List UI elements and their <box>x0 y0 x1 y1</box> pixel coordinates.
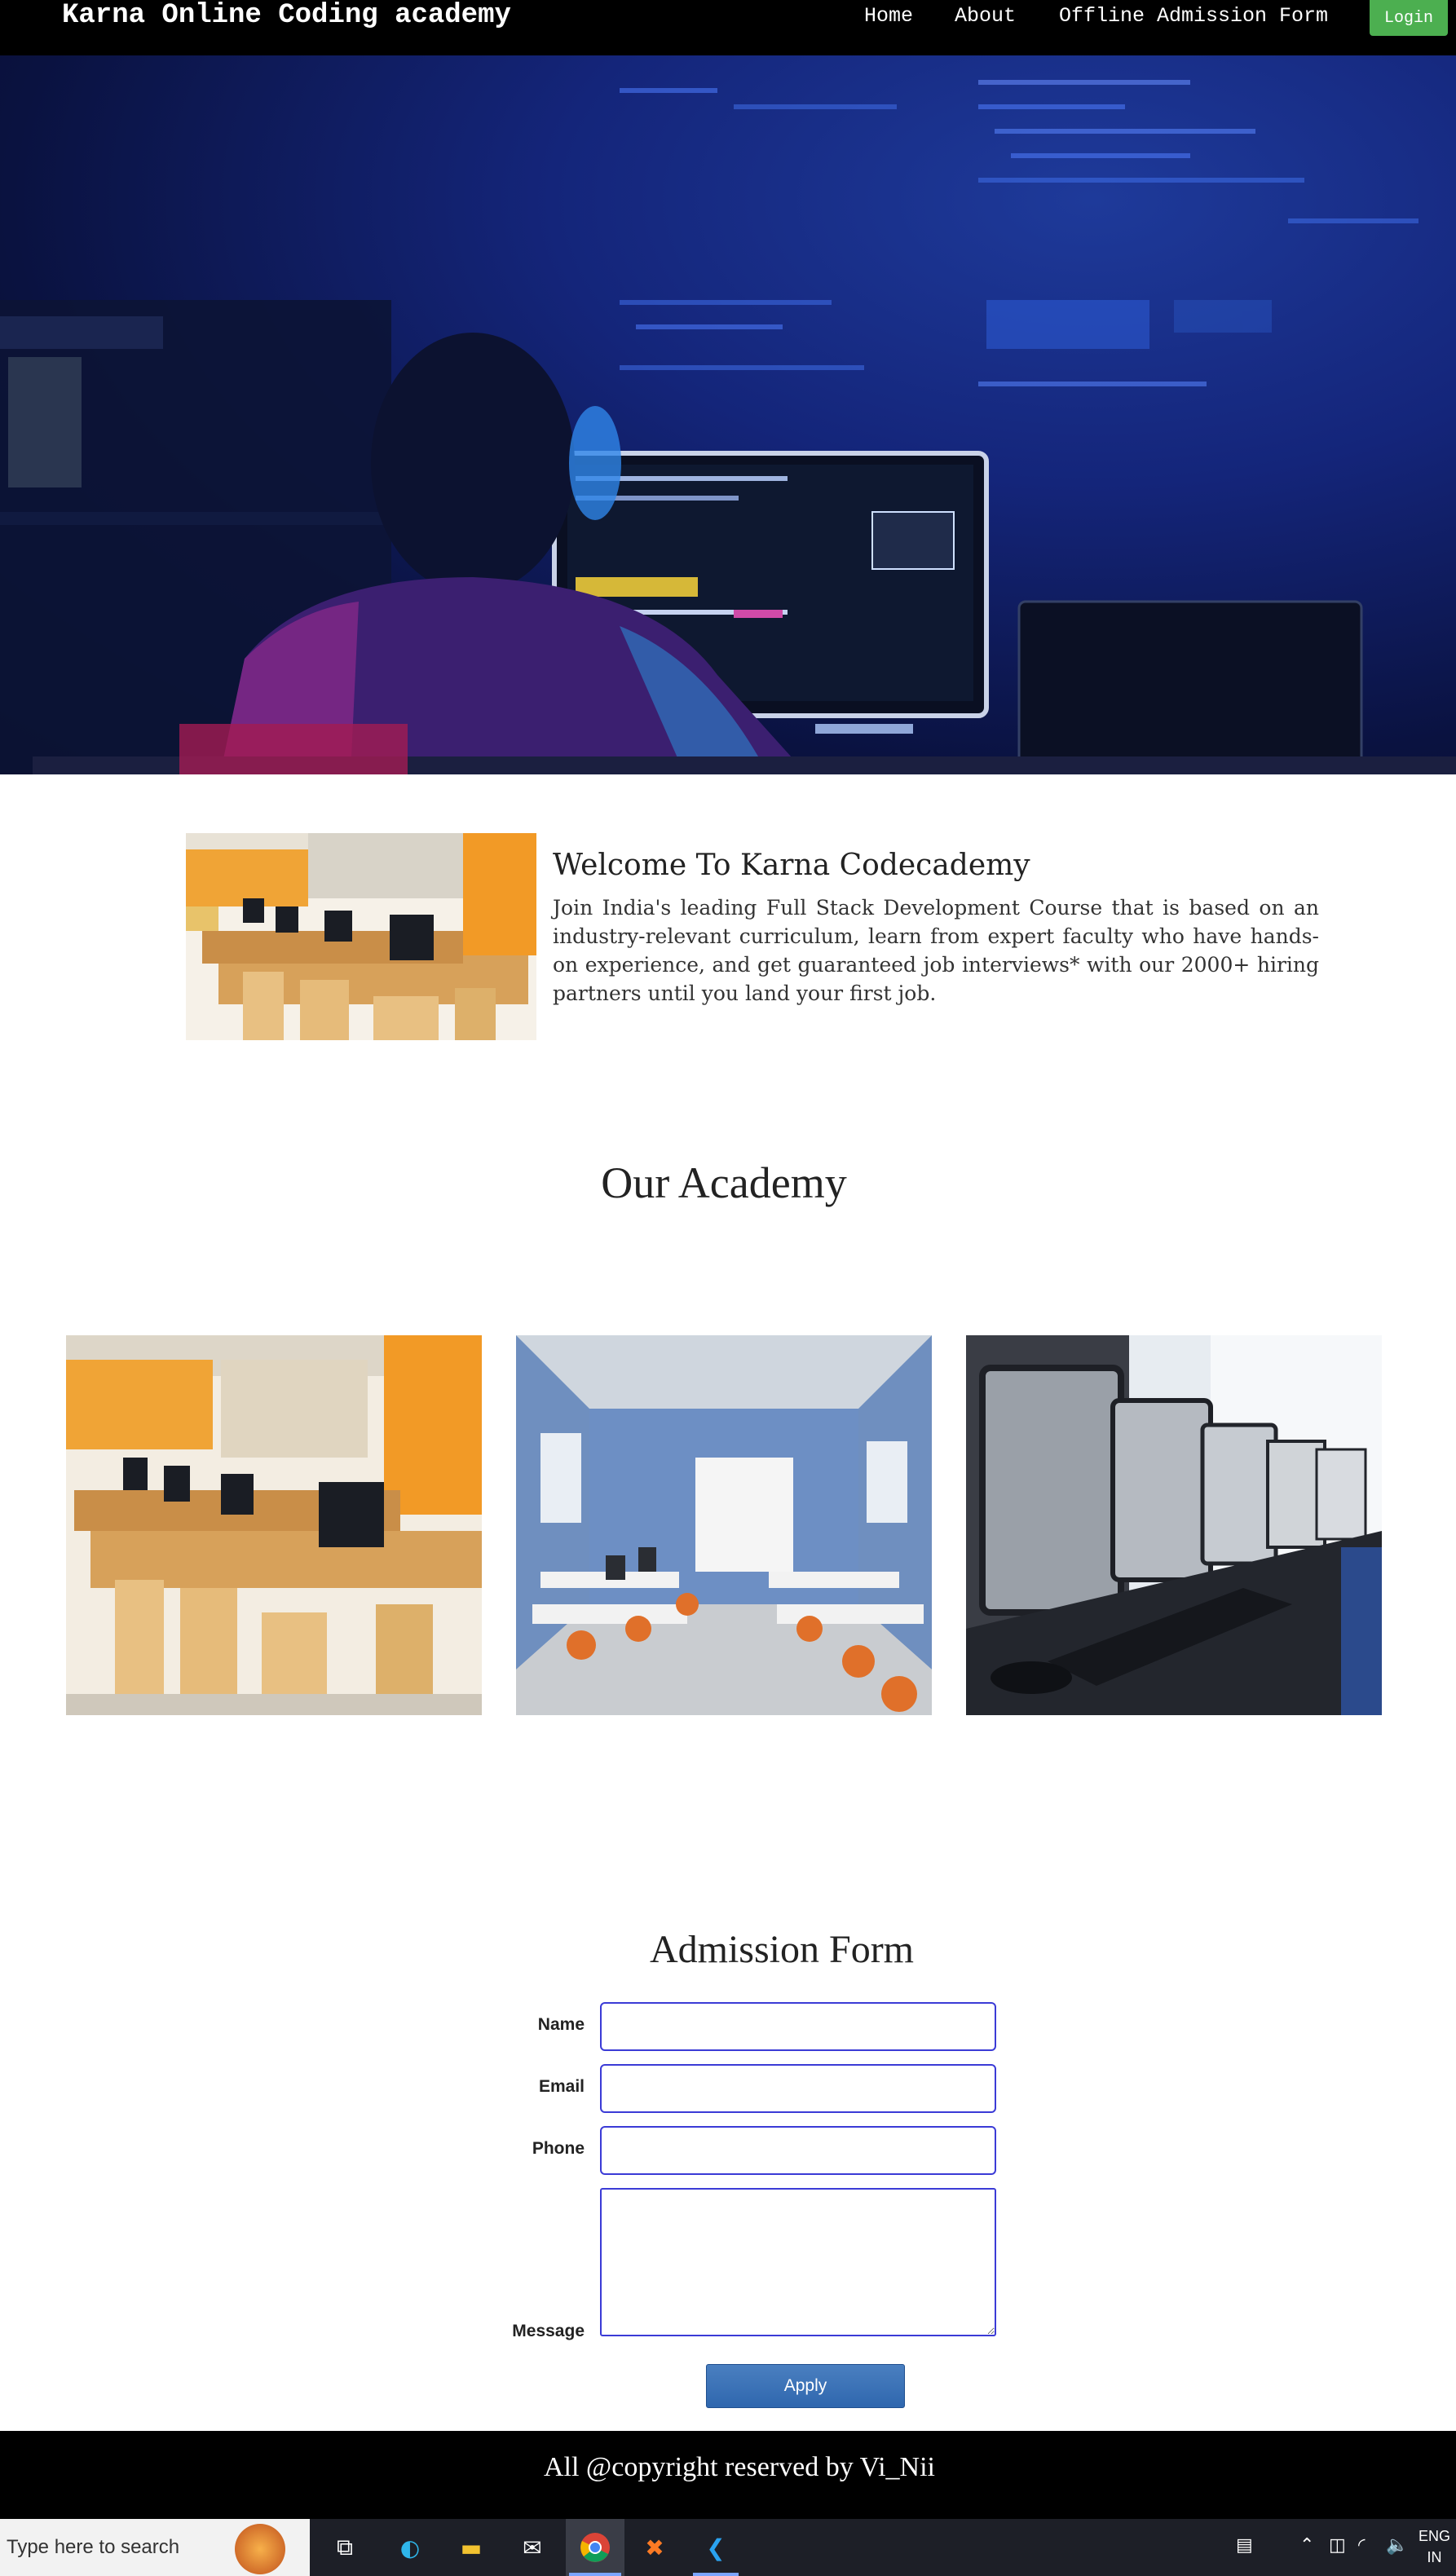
phone-input[interactable] <box>600 2126 996 2175</box>
task-view-icon[interactable]: ⧉ <box>326 2529 364 2566</box>
news-widget-icon[interactable]: ▤ <box>1236 2535 1253 2556</box>
meet-now-icon[interactable]: ◫ <box>1329 2535 1346 2556</box>
nav-offline-admission-form[interactable]: Offline Admission Form <box>1059 5 1328 28</box>
navbar: Karna Online Coding academy Home About O… <box>0 0 1456 55</box>
language-code: ENG <box>1418 2528 1451 2544</box>
vscode-icon[interactable]: ❮ <box>697 2529 735 2566</box>
welcome-image <box>186 833 536 1040</box>
chevron-up-icon[interactable]: ⌃ <box>1299 2535 1314 2556</box>
file-explorer-icon[interactable]: ▬ <box>452 2529 490 2566</box>
chrome-icon[interactable] <box>576 2529 614 2566</box>
phone-label: Phone <box>532 2139 585 2158</box>
login-button[interactable]: Login <box>1370 0 1448 36</box>
email-label: Email <box>538 2077 585 2096</box>
nav-home[interactable]: Home <box>864 5 913 28</box>
language-indicator[interactable]: ENG IN <box>1418 2525 1450 2568</box>
region-code: IN <box>1427 2549 1442 2565</box>
nav-about[interactable]: About <box>955 5 1016 28</box>
email-input[interactable] <box>600 2064 996 2113</box>
academy-image-library <box>66 1335 482 1715</box>
edge-browser-icon[interactable]: ◐ <box>391 2529 429 2566</box>
message-label: Message <box>512 2322 585 2340</box>
hero-image <box>0 55 1456 774</box>
vscode-underline <box>693 2573 739 2576</box>
name-input[interactable] <box>600 2002 996 2051</box>
xampp-icon[interactable]: ✖ <box>636 2529 673 2566</box>
name-label: Name <box>537 2015 585 2034</box>
academy-title: Our Academy <box>601 1158 847 1207</box>
volume-icon[interactable]: 🔈 <box>1386 2535 1408 2556</box>
search-highlight-icon[interactable] <box>235 2524 285 2574</box>
footer-copyright: All @copyright reserved by Vi_Nii <box>543 2452 935 2482</box>
brand-title[interactable]: Karna Online Coding academy <box>62 0 511 31</box>
network-icon[interactable]: ◜ <box>1358 2535 1366 2556</box>
admission-form-title: Admission Form <box>649 1928 915 1971</box>
academy-image-computer-lab <box>966 1335 1382 1715</box>
welcome-title: Welcome To Karna Codecademy <box>553 849 1030 882</box>
mail-icon[interactable]: ✉ <box>514 2529 551 2566</box>
footer: All @copyright reserved by Vi_Nii <box>0 2431 1456 2519</box>
academy-image-classroom <box>516 1335 932 1715</box>
windows-taskbar: Type here to search ⧉ ◐ ▬ ✉ ✖ ❮ ▤ ⌃ ◫ ◜ … <box>0 2519 1456 2576</box>
message-textarea[interactable] <box>600 2188 996 2336</box>
chrome-underline <box>569 2573 621 2576</box>
hero-illustration <box>0 80 1456 774</box>
apply-button[interactable]: Apply <box>706 2364 905 2408</box>
welcome-text: Join India's leading Full Stack Developm… <box>553 896 1319 1005</box>
